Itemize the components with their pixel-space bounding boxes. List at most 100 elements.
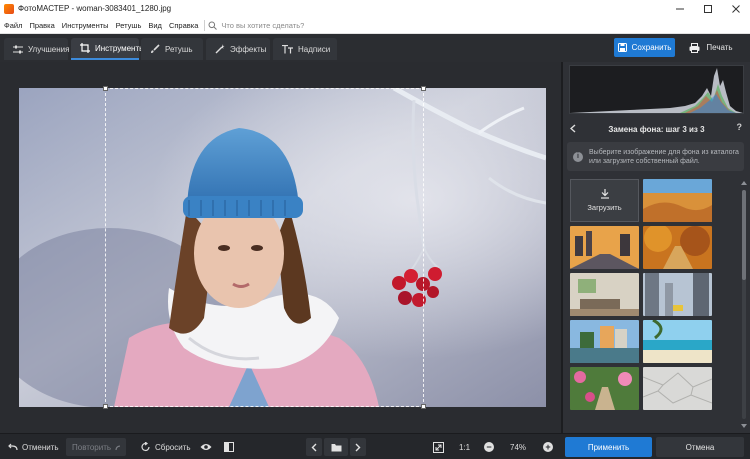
fit-screen-icon: [433, 441, 444, 453]
tab-text[interactable]: Надписи: [273, 38, 337, 60]
ratio-label: 1:1: [459, 442, 471, 452]
download-icon: [600, 189, 609, 199]
crop-handle-bottom-left[interactable]: [103, 404, 108, 409]
undo-button[interactable]: Отменить: [8, 438, 59, 456]
zoom-out-button[interactable]: −: [484, 438, 494, 456]
crop-handle-top-left[interactable]: [103, 86, 108, 91]
thumbnail-desert[interactable]: [643, 179, 712, 222]
zoom-in-button[interactable]: +: [543, 438, 553, 456]
tab-label: Надписи: [298, 44, 331, 54]
app-logo-icon: [4, 3, 14, 14]
thumbnail-autumn-park[interactable]: [643, 226, 712, 269]
minus-icon: −: [484, 442, 494, 452]
thumbnail-canal-houses[interactable]: [570, 320, 639, 363]
window-controls: [666, 0, 750, 17]
prev-image-button[interactable]: [306, 438, 322, 456]
fit-screen-button[interactable]: [433, 438, 444, 456]
close-icon[interactable]: [722, 0, 750, 17]
tab-enhancements[interactable]: Улучшения: [4, 38, 70, 60]
thumbnail-tropical-beach[interactable]: [643, 320, 712, 363]
text-icon: [282, 44, 293, 53]
window-title: ФотоМАСТЕР - woman-3083401_1280.jpg: [18, 4, 172, 13]
hint-box: i Выберите изображение для фона из катал…: [567, 142, 744, 171]
bottom-bar: Отменить Повторить Сбросить 1:1 − 74% + …: [0, 433, 750, 459]
thumbnail-living-room[interactable]: [570, 273, 639, 316]
panel-header: Замена фона: шаг 3 из 3 ?: [563, 119, 750, 139]
thumbnail-city-street-sunset[interactable]: [570, 226, 639, 269]
scroll-down-icon[interactable]: [740, 422, 748, 430]
menu-search[interactable]: Что вы хотите сделать?: [208, 21, 304, 30]
redo-button[interactable]: Повторить: [66, 438, 126, 456]
zoom-level: 74%: [510, 438, 526, 456]
save-button[interactable]: Сохранить: [614, 38, 675, 57]
crop-handle-bottom-right[interactable]: [421, 404, 426, 409]
menu-bar: Файл Правка Инструменты Ретушь Вид Справ…: [0, 17, 750, 34]
folder-icon: [331, 443, 341, 451]
menu-file[interactable]: Файл: [0, 21, 25, 30]
reset-label: Сбросить: [155, 442, 191, 452]
menu-tools[interactable]: Инструменты: [58, 21, 112, 30]
redo-label: Повторить: [72, 442, 112, 452]
crop-handle-top-right[interactable]: [421, 86, 426, 91]
gallery-scrollbar[interactable]: [740, 176, 748, 433]
zoom-value: 74%: [510, 442, 527, 452]
tab-retouch[interactable]: Ретушь: [141, 38, 203, 60]
reset-icon: [141, 442, 150, 451]
scroll-thumb[interactable]: [742, 190, 746, 280]
printer-icon: [689, 42, 700, 53]
menu-divider: [204, 19, 206, 31]
eye-icon: [200, 444, 212, 450]
chevron-left-icon: [311, 443, 317, 451]
thumbnail-crumpled-paper[interactable]: [643, 367, 712, 410]
tab-label: Улучшения: [28, 44, 70, 54]
menu-view[interactable]: Вид: [144, 21, 165, 30]
histogram: [569, 65, 744, 114]
undo-label: Отменить: [22, 442, 59, 452]
preview-button[interactable]: [200, 438, 212, 456]
apply-button[interactable]: Применить: [565, 437, 652, 457]
cancel-button[interactable]: Отмена: [656, 437, 744, 457]
menu-help[interactable]: Справка: [165, 21, 201, 30]
next-image-button[interactable]: [350, 438, 366, 456]
print-button[interactable]: Печать: [680, 38, 742, 57]
help-icon[interactable]: ?: [737, 122, 743, 132]
compare-button[interactable]: [224, 438, 234, 456]
tab-label: Инструменты: [95, 43, 145, 53]
chevron-right-icon: [355, 443, 361, 451]
upload-button[interactable]: Загрузить: [570, 179, 639, 222]
menu-edit[interactable]: Правка: [25, 21, 57, 30]
scroll-up-icon[interactable]: [740, 179, 748, 187]
search-placeholder: Что вы хотите сделать?: [221, 20, 305, 30]
back-arrow-icon[interactable]: [570, 124, 576, 133]
menu-retouch[interactable]: Ретушь: [112, 21, 145, 30]
tab-tools[interactable]: Инструменты: [71, 38, 145, 60]
save-icon: [617, 43, 627, 52]
search-icon: [208, 21, 218, 30]
crop-frame[interactable]: [103, 86, 426, 409]
redo-icon: [115, 445, 120, 451]
thumbnail-flower-garden[interactable]: [570, 367, 639, 410]
hint-text: Выберите изображение для фона из каталог…: [589, 148, 739, 165]
title-bar: ФотоМАСТЕР - woman-3083401_1280.jpg: [0, 0, 750, 17]
thumbnail-city-skyscrapers[interactable]: [643, 273, 712, 316]
actual-size-button[interactable]: 1:1: [459, 438, 470, 456]
maximize-icon[interactable]: [694, 0, 722, 17]
magic-wand-icon: [215, 44, 225, 54]
tab-effects[interactable]: Эффекты: [206, 38, 270, 60]
info-icon: i: [573, 151, 583, 162]
panel-title: Замена фона: шаг 3 из 3: [608, 124, 705, 134]
plus-icon: +: [543, 442, 553, 452]
compare-icon: [224, 442, 234, 452]
tab-label: Эффекты: [230, 44, 267, 54]
background-gallery: Загрузить: [567, 176, 736, 433]
undo-icon: [8, 443, 18, 451]
minimize-icon[interactable]: [666, 0, 694, 17]
tab-label: Ретушь: [165, 44, 193, 54]
reset-button[interactable]: Сбросить: [141, 438, 191, 456]
background-replace-panel: Замена фона: шаг 3 из 3 ? i Выберите изо…: [563, 62, 750, 433]
photo-canvas[interactable]: [0, 62, 563, 433]
open-folder-button[interactable]: [324, 438, 348, 456]
brush-icon: [151, 44, 160, 53]
sliders-icon: [13, 45, 23, 53]
upload-label: Загрузить: [587, 203, 622, 212]
